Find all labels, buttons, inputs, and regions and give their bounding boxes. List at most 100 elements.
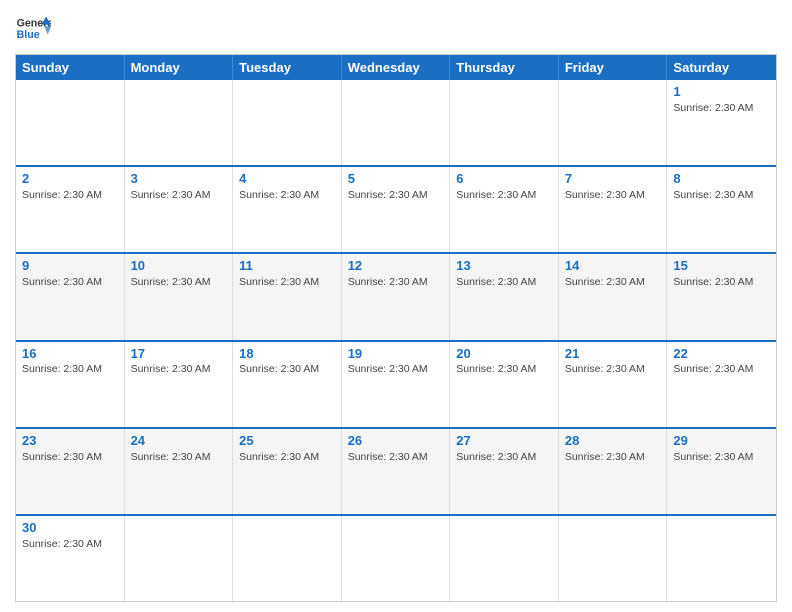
calendar-cell: 19Sunrise: 2:30 AM xyxy=(342,342,451,427)
logo: General Blue xyxy=(15,10,51,46)
day-info: Sunrise: 2:30 AM xyxy=(131,188,227,203)
calendar-cell xyxy=(559,80,668,165)
calendar-cell: 10Sunrise: 2:30 AM xyxy=(125,254,234,339)
calendar-cell: 29Sunrise: 2:30 AM xyxy=(667,429,776,514)
calendar-row-3: 16Sunrise: 2:30 AM17Sunrise: 2:30 AM18Su… xyxy=(16,340,776,427)
calendar-cell: 15Sunrise: 2:30 AM xyxy=(667,254,776,339)
header-day-sunday: Sunday xyxy=(16,55,125,80)
day-number: 22 xyxy=(673,346,770,363)
calendar-row-0: 1Sunrise: 2:30 AM xyxy=(16,80,776,165)
day-info: Sunrise: 2:30 AM xyxy=(131,362,227,377)
header-day-wednesday: Wednesday xyxy=(342,55,451,80)
day-info: Sunrise: 2:30 AM xyxy=(239,450,335,465)
day-number: 1 xyxy=(673,84,770,101)
day-number: 18 xyxy=(239,346,335,363)
calendar-cell: 12Sunrise: 2:30 AM xyxy=(342,254,451,339)
day-info: Sunrise: 2:30 AM xyxy=(565,362,661,377)
day-info: Sunrise: 2:30 AM xyxy=(22,275,118,290)
calendar-cell: 18Sunrise: 2:30 AM xyxy=(233,342,342,427)
day-number: 20 xyxy=(456,346,552,363)
calendar-cell xyxy=(233,80,342,165)
day-number: 26 xyxy=(348,433,444,450)
day-info: Sunrise: 2:30 AM xyxy=(22,362,118,377)
day-number: 28 xyxy=(565,433,661,450)
day-number: 13 xyxy=(456,258,552,275)
calendar-cell xyxy=(125,80,234,165)
header-day-tuesday: Tuesday xyxy=(233,55,342,80)
day-number: 29 xyxy=(673,433,770,450)
day-number: 19 xyxy=(348,346,444,363)
day-info: Sunrise: 2:30 AM xyxy=(239,275,335,290)
day-info: Sunrise: 2:30 AM xyxy=(565,188,661,203)
day-number: 17 xyxy=(131,346,227,363)
day-info: Sunrise: 2:30 AM xyxy=(348,275,444,290)
calendar-cell: 1Sunrise: 2:30 AM xyxy=(667,80,776,165)
calendar-cell: 4Sunrise: 2:30 AM xyxy=(233,167,342,252)
day-number: 25 xyxy=(239,433,335,450)
day-number: 21 xyxy=(565,346,661,363)
header-day-saturday: Saturday xyxy=(667,55,776,80)
day-info: Sunrise: 2:30 AM xyxy=(565,275,661,290)
calendar-cell: 14Sunrise: 2:30 AM xyxy=(559,254,668,339)
day-info: Sunrise: 2:30 AM xyxy=(348,450,444,465)
calendar-row-4: 23Sunrise: 2:30 AM24Sunrise: 2:30 AM25Su… xyxy=(16,427,776,514)
svg-text:Blue: Blue xyxy=(17,29,40,41)
calendar-cell xyxy=(16,80,125,165)
page-header: General Blue xyxy=(15,10,777,46)
calendar: SundayMondayTuesdayWednesdayThursdayFrid… xyxy=(15,54,777,602)
calendar-cell xyxy=(342,516,451,601)
calendar-body: 1Sunrise: 2:30 AM2Sunrise: 2:30 AM3Sunri… xyxy=(16,80,776,601)
day-number: 3 xyxy=(131,171,227,188)
header-day-friday: Friday xyxy=(559,55,668,80)
day-info: Sunrise: 2:30 AM xyxy=(348,362,444,377)
calendar-cell: 13Sunrise: 2:30 AM xyxy=(450,254,559,339)
calendar-cell: 26Sunrise: 2:30 AM xyxy=(342,429,451,514)
day-number: 11 xyxy=(239,258,335,275)
day-info: Sunrise: 2:30 AM xyxy=(22,537,118,552)
calendar-cell xyxy=(233,516,342,601)
calendar-cell: 8Sunrise: 2:30 AM xyxy=(667,167,776,252)
day-number: 10 xyxy=(131,258,227,275)
calendar-cell: 24Sunrise: 2:30 AM xyxy=(125,429,234,514)
day-info: Sunrise: 2:30 AM xyxy=(673,362,770,377)
calendar-cell: 9Sunrise: 2:30 AM xyxy=(16,254,125,339)
day-number: 24 xyxy=(131,433,227,450)
day-info: Sunrise: 2:30 AM xyxy=(673,275,770,290)
day-number: 9 xyxy=(22,258,118,275)
day-number: 12 xyxy=(348,258,444,275)
calendar-cell: 3Sunrise: 2:30 AM xyxy=(125,167,234,252)
day-info: Sunrise: 2:30 AM xyxy=(456,275,552,290)
day-number: 15 xyxy=(673,258,770,275)
calendar-row-2: 9Sunrise: 2:30 AM10Sunrise: 2:30 AM11Sun… xyxy=(16,252,776,339)
day-number: 30 xyxy=(22,520,118,537)
day-info: Sunrise: 2:30 AM xyxy=(239,362,335,377)
calendar-cell xyxy=(450,80,559,165)
day-info: Sunrise: 2:30 AM xyxy=(456,362,552,377)
day-number: 4 xyxy=(239,171,335,188)
day-info: Sunrise: 2:30 AM xyxy=(348,188,444,203)
day-number: 6 xyxy=(456,171,552,188)
day-number: 2 xyxy=(22,171,118,188)
day-number: 16 xyxy=(22,346,118,363)
calendar-cell: 20Sunrise: 2:30 AM xyxy=(450,342,559,427)
day-number: 27 xyxy=(456,433,552,450)
calendar-cell xyxy=(450,516,559,601)
calendar-cell xyxy=(125,516,234,601)
calendar-cell xyxy=(667,516,776,601)
day-info: Sunrise: 2:30 AM xyxy=(565,450,661,465)
calendar-cell: 7Sunrise: 2:30 AM xyxy=(559,167,668,252)
header-day-monday: Monday xyxy=(125,55,234,80)
calendar-cell: 2Sunrise: 2:30 AM xyxy=(16,167,125,252)
day-info: Sunrise: 2:30 AM xyxy=(673,188,770,203)
day-number: 8 xyxy=(673,171,770,188)
day-info: Sunrise: 2:30 AM xyxy=(131,275,227,290)
day-number: 23 xyxy=(22,433,118,450)
calendar-cell: 28Sunrise: 2:30 AM xyxy=(559,429,668,514)
day-info: Sunrise: 2:30 AM xyxy=(673,450,770,465)
calendar-cell: 27Sunrise: 2:30 AM xyxy=(450,429,559,514)
calendar-cell xyxy=(559,516,668,601)
day-number: 14 xyxy=(565,258,661,275)
calendar-header: SundayMondayTuesdayWednesdayThursdayFrid… xyxy=(16,55,776,80)
calendar-cell: 11Sunrise: 2:30 AM xyxy=(233,254,342,339)
calendar-row-1: 2Sunrise: 2:30 AM3Sunrise: 2:30 AM4Sunri… xyxy=(16,165,776,252)
